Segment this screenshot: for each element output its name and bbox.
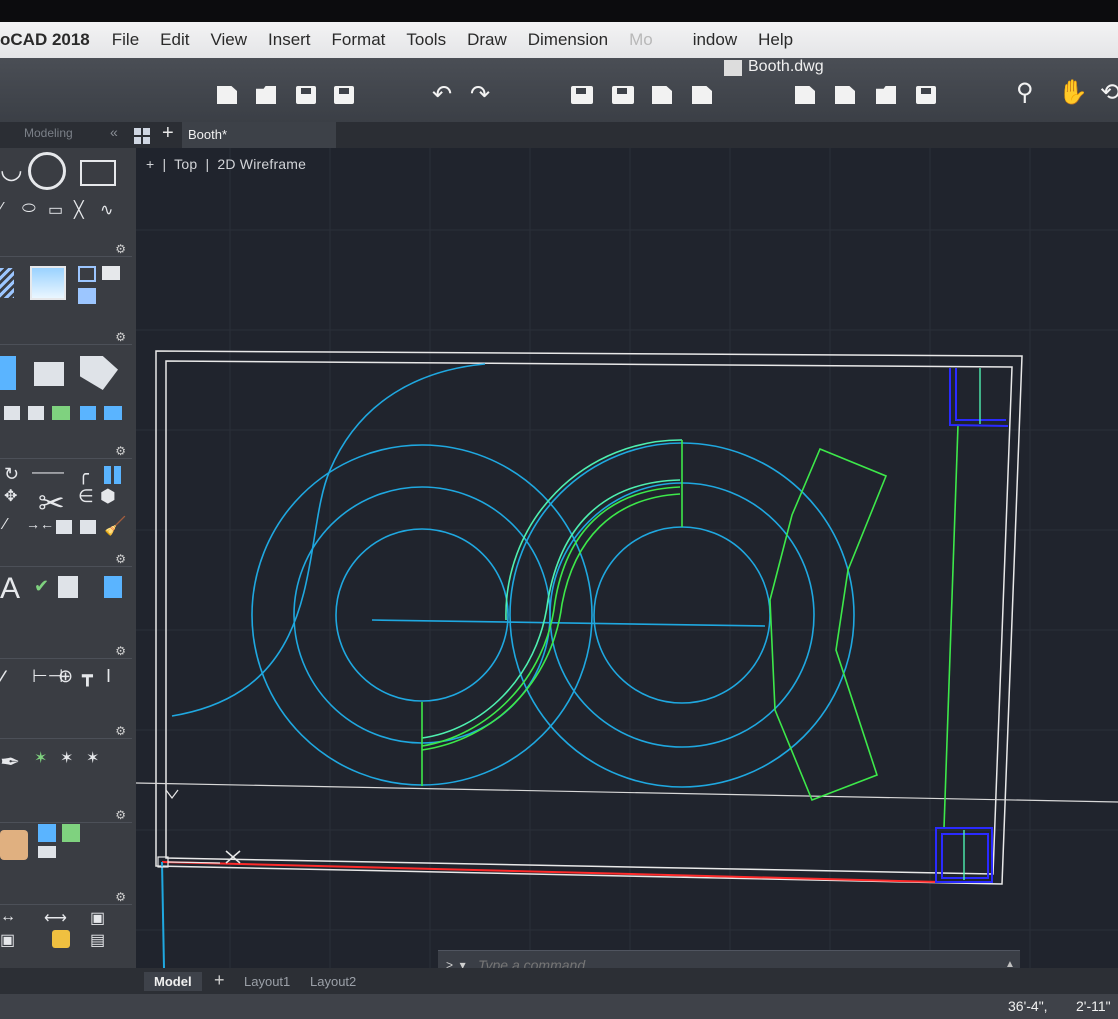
new-layout-plus-icon[interactable]: + <box>214 970 225 991</box>
ucs-cross <box>225 850 241 864</box>
cyan-circles <box>171 363 855 788</box>
drawing-geometry <box>135 148 1118 969</box>
baseline-line <box>135 782 1118 803</box>
viewport-controls[interactable]: + | Top | 2D Wireframe <box>146 156 310 172</box>
view-cube-label[interactable]: Top <box>174 156 197 172</box>
x-coordinate: 36'-4", <box>1008 998 1048 1014</box>
blue-blocks <box>935 368 1009 883</box>
booth-outline <box>155 350 1023 885</box>
tab-layout2[interactable]: Layout2 <box>310 974 356 989</box>
y-axis-line <box>161 861 165 969</box>
status-bar: 36'-4", 2'-11" <box>0 994 1118 1019</box>
grid-lines <box>136 148 1118 968</box>
viewport-menu-plus[interactable]: + <box>146 156 154 172</box>
green-arcs <box>421 424 959 829</box>
visual-style-label[interactable]: 2D Wireframe <box>217 156 306 172</box>
tab-layout1[interactable]: Layout1 <box>244 974 290 989</box>
ucs-y-mark <box>165 789 179 799</box>
tab-model[interactable]: Model <box>144 972 202 991</box>
mint-details <box>963 368 981 880</box>
y-coordinate: 2'-11" <box>1076 998 1111 1014</box>
